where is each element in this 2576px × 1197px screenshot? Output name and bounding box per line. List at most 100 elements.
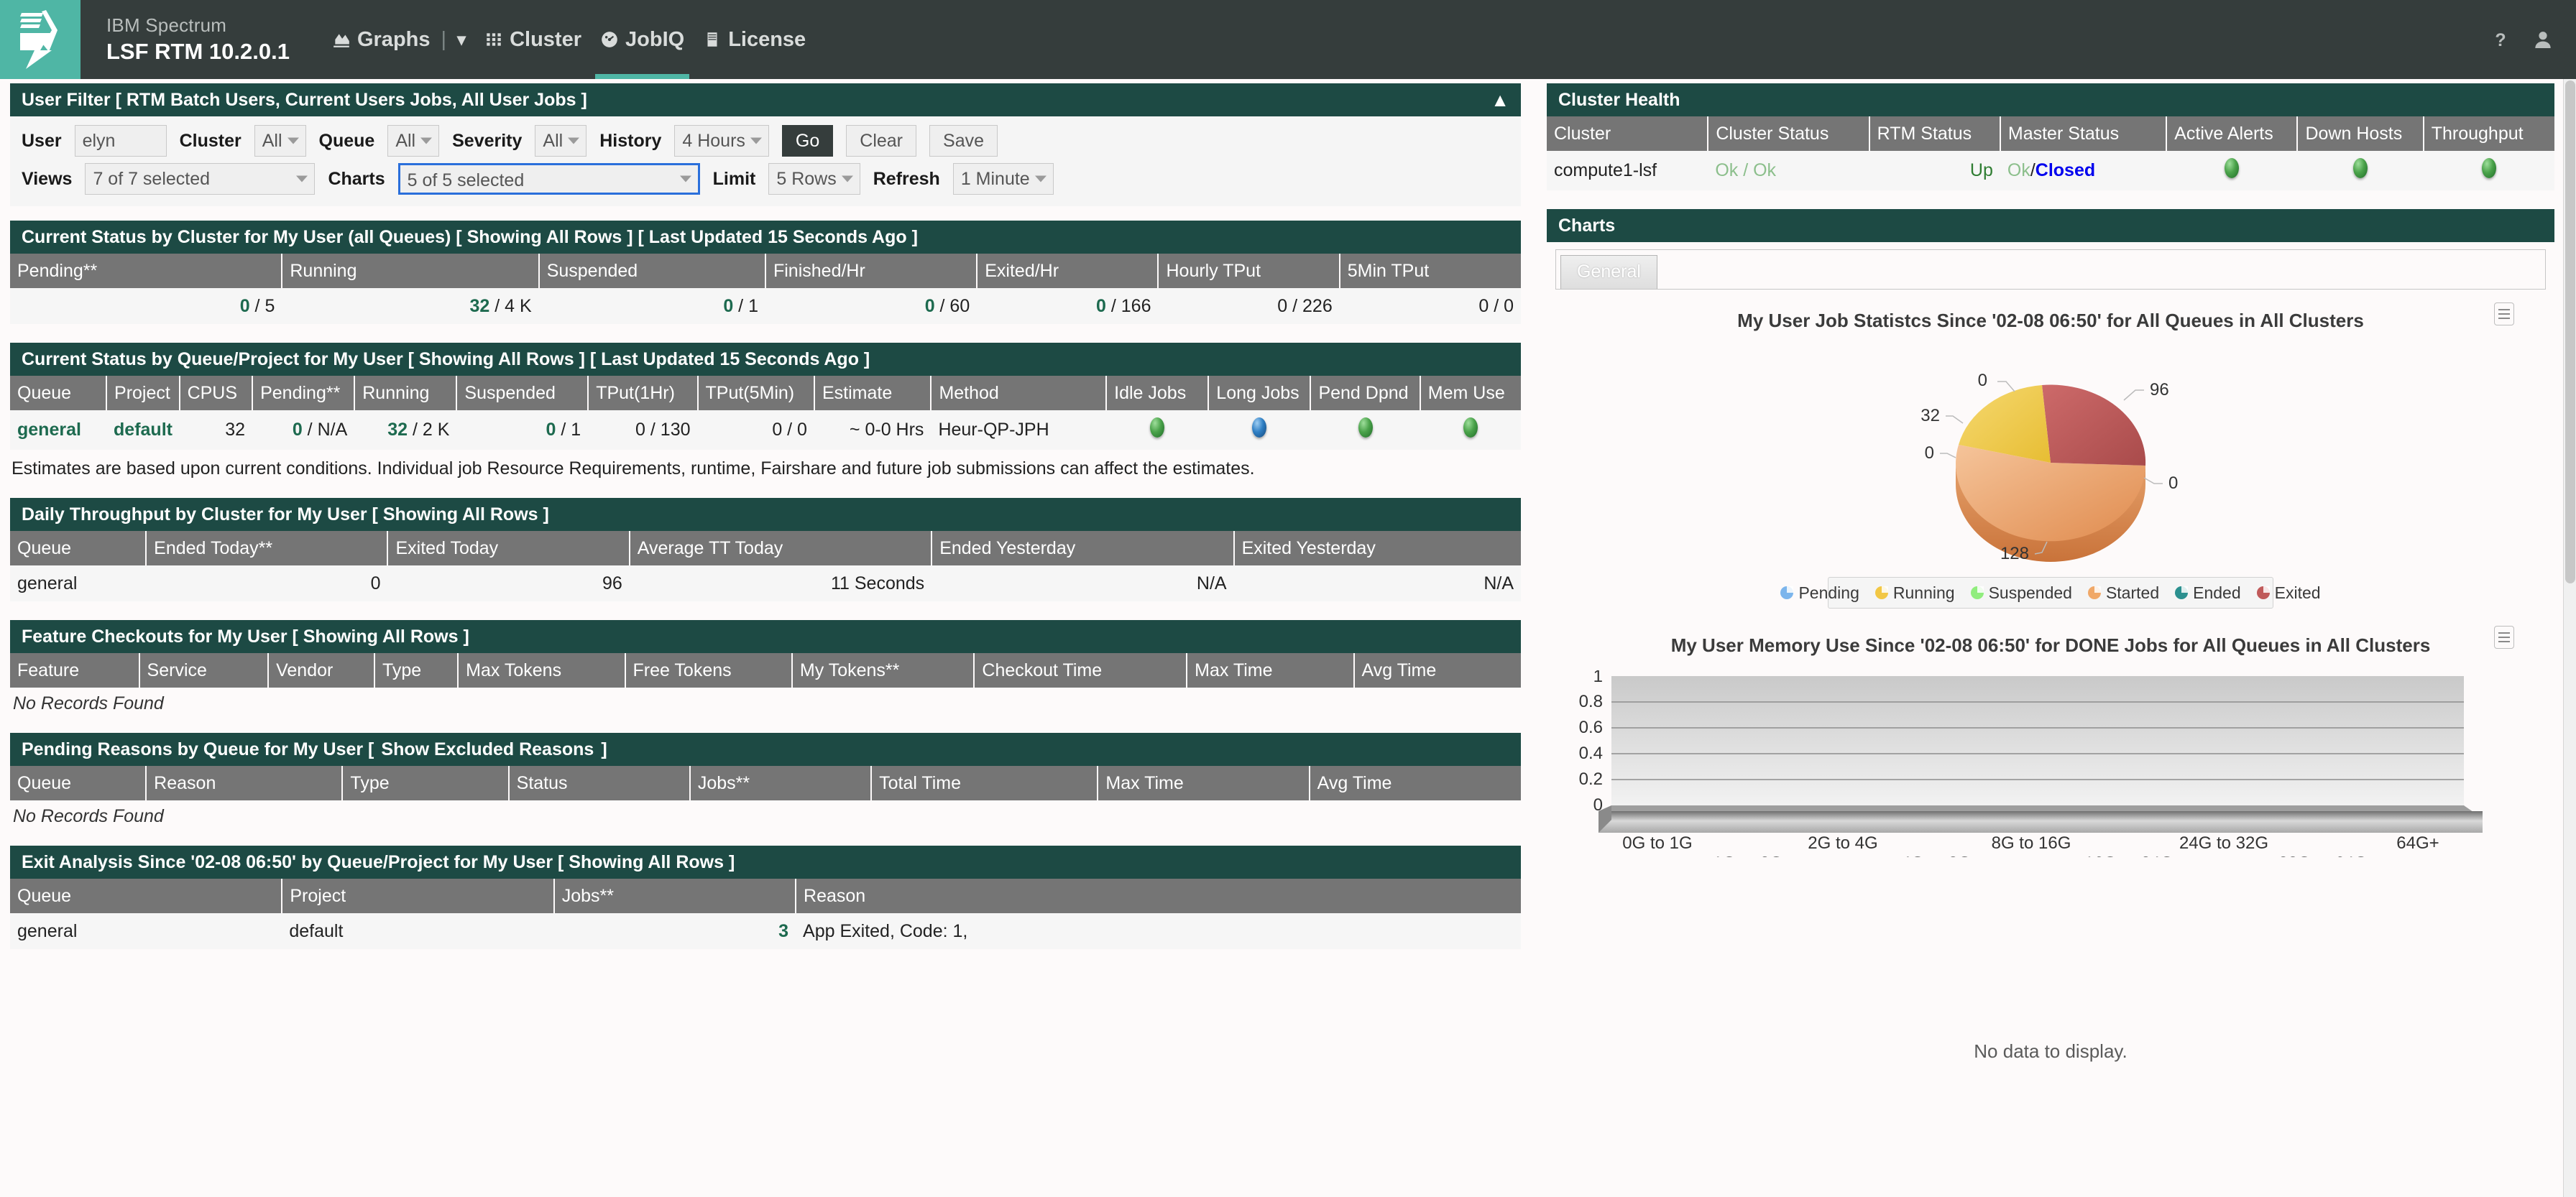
legend-item-exited[interactable]: Exited xyxy=(2256,583,2321,603)
app-logo[interactable] xyxy=(0,0,80,79)
xtick-7: 32G to 64G xyxy=(2278,854,2368,857)
cell-cpus: 32 xyxy=(179,410,253,450)
history-select[interactable]: 4 Hours xyxy=(674,125,769,157)
col-throughput: Throughput xyxy=(2423,116,2554,151)
legend-item-running[interactable]: Running xyxy=(1874,583,1955,603)
scrollbar-thumb[interactable] xyxy=(2565,80,2575,583)
clear-button[interactable]: Clear xyxy=(846,125,917,157)
refresh-select[interactable]: 1 Minute xyxy=(952,163,1054,195)
col-queue: Queue xyxy=(10,376,108,410)
cell-queue[interactable]: general xyxy=(10,410,107,450)
cell-exited-hl: 0 xyxy=(1096,295,1106,316)
cell-pending: 0 / 5 xyxy=(10,288,282,324)
legend-item-ended[interactable]: Ended xyxy=(2175,583,2241,603)
col-max-time: Max Time xyxy=(1187,653,1355,688)
charts-panel-body: General My User Job Statistcs Since '02-… xyxy=(1547,242,2554,1063)
col-pend-dpnd: Pend Dpnd xyxy=(1310,376,1421,410)
col-exited-yesterday: Exited Yesterday xyxy=(1233,531,1521,565)
cell-pending-rest: / N/A xyxy=(302,420,348,440)
rtm-status-value: Up xyxy=(1969,160,1993,180)
daily-throughput-title: Daily Throughput by Cluster for My User … xyxy=(22,504,549,524)
ytick-0: 0 xyxy=(1593,795,1603,815)
col-checkout-time: Checkout Time xyxy=(974,653,1188,688)
cell-running-hl: 32 xyxy=(469,295,490,316)
question-mark-icon[interactable]: ? xyxy=(2490,27,2511,52)
col-feature: Feature xyxy=(10,653,140,688)
cell-pending: 0 / N/A xyxy=(252,410,355,450)
legend-label-suspended: Suspended xyxy=(1988,583,2072,602)
tab-general[interactable]: General xyxy=(1560,255,1657,289)
cell-exited-yesterday: N/A xyxy=(1233,565,1521,601)
table-header-row: Pending** Running Suspended Finished/Hr … xyxy=(10,254,1521,288)
cell-reason: App Exited, Code: 1, xyxy=(796,913,1521,949)
cell-cluster[interactable]: compute1-lsf xyxy=(1547,151,1708,190)
nav-graphs-dropdown[interactable]: ▾ xyxy=(448,0,475,79)
nav-item-jobiq[interactable]: JobIQ xyxy=(591,0,694,79)
right-scrollbar[interactable] xyxy=(2563,79,2576,1197)
col-running: Running xyxy=(354,376,458,410)
views-select[interactable]: 7 of 7 selected xyxy=(85,163,316,195)
cell-project[interactable]: default xyxy=(106,410,180,450)
legend-label-running: Running xyxy=(1892,583,1955,602)
master-status-a: Ok xyxy=(2007,160,2030,180)
cluster-health-panel: Cluster Health Cluster Cluster Status RT… xyxy=(1547,83,2554,190)
right-column: Cluster Health Cluster Cluster Status RT… xyxy=(1537,79,2576,1197)
master-status-b[interactable]: Closed xyxy=(2036,160,2095,180)
cell-pend-dpnd xyxy=(1310,410,1420,450)
user-account-icon[interactable] xyxy=(2531,27,2554,52)
go-button[interactable]: Go xyxy=(781,125,834,157)
limit-select[interactable]: 5 Rows xyxy=(768,163,860,195)
cluster-health-table: Cluster Cluster Status RTM Status Master… xyxy=(1547,116,2554,190)
user-input[interactable]: elyn xyxy=(74,125,167,157)
legend-item-suspended[interactable]: Suspended xyxy=(1970,583,2072,603)
cell-tput-5min: 0 / 0 xyxy=(697,410,814,450)
col-master-status: Master Status xyxy=(2000,116,2168,151)
job-statistics-chart: My User Job Statistcs Since '02-08 06:50… xyxy=(1555,290,2546,609)
xtick-4: 8G to 16G xyxy=(1992,833,2071,853)
memory-use-chart-title: My User Memory Use Since '02-08 06:50' f… xyxy=(1670,634,2431,656)
xtick-8: 64G+ xyxy=(2396,833,2439,853)
col-down-hosts: Down Hosts xyxy=(2297,116,2424,151)
green-led-icon xyxy=(2481,158,2496,178)
user-label: User xyxy=(22,130,62,151)
legend-item-pending[interactable]: Pending xyxy=(1780,583,1859,603)
nav-item-graphs[interactable]: Graphs xyxy=(323,0,440,79)
col-free-tokens: Free Tokens xyxy=(625,653,793,688)
queue-select[interactable]: All xyxy=(387,125,440,157)
table-row: general default 3 App Exited, Code: 1, xyxy=(10,913,1521,949)
exit-analysis-title: Exit Analysis Since '02-08 06:50' by Que… xyxy=(22,851,735,872)
left-column: User Filter [ RTM Batch Users, Current U… xyxy=(0,79,1531,949)
severity-select[interactable]: All xyxy=(535,125,587,157)
hamburger-menu-icon[interactable] xyxy=(2494,302,2514,325)
cell-queue: general xyxy=(10,913,282,949)
pending-reasons-table: Queue Reason Type Status Jobs** Total Ti… xyxy=(10,766,1521,800)
cluster-select[interactable]: All xyxy=(254,125,306,157)
pie-label-running: 32 xyxy=(1920,406,1940,425)
legend-item-started[interactable]: Started xyxy=(2087,583,2159,603)
nav-item-cluster[interactable]: Cluster xyxy=(475,0,591,79)
hamburger-menu-icon[interactable] xyxy=(2494,626,2514,649)
cluster-status-sep: / xyxy=(1738,160,1754,180)
svg-text:?: ? xyxy=(2495,30,2506,50)
save-button[interactable]: Save xyxy=(929,125,998,157)
table-row: general 0 96 11 Seconds N/A N/A xyxy=(10,565,1521,601)
col-avg-time: Avg Time xyxy=(1353,653,1521,688)
pending-reasons-empty: No Records Found xyxy=(10,800,1521,831)
chevron-down-icon: ▾ xyxy=(457,29,466,50)
col-long-jobs: Long Jobs xyxy=(1208,376,1312,410)
pie-label-exited: 96 xyxy=(2150,380,2169,399)
show-excluded-reasons-link[interactable]: Show Excluded Reasons xyxy=(381,739,594,760)
nav-item-license[interactable]: License xyxy=(694,0,815,79)
queue-label: Queue xyxy=(318,130,375,151)
feature-checkouts-table: Feature Service Vendor Type Max Tokens F… xyxy=(10,653,1521,688)
xtick-3: 4G to 8G xyxy=(1901,854,1971,857)
col-estimate: Estimate xyxy=(814,376,932,410)
pie-legend: Pending Running Suspended Started Ended … xyxy=(1780,577,2321,609)
chevron-up-icon[interactable]: ▲ xyxy=(1491,91,1509,109)
cell-suspended-rest: / 1 xyxy=(556,420,581,440)
cell-exited-today: 96 xyxy=(387,565,630,601)
master-status-sep: / xyxy=(2030,160,2036,180)
blue-led-icon xyxy=(1252,417,1267,438)
feature-checkouts-panel: Feature Checkouts for My User [ Showing … xyxy=(10,620,1521,718)
charts-select[interactable]: 5 of 5 selected xyxy=(397,163,700,195)
